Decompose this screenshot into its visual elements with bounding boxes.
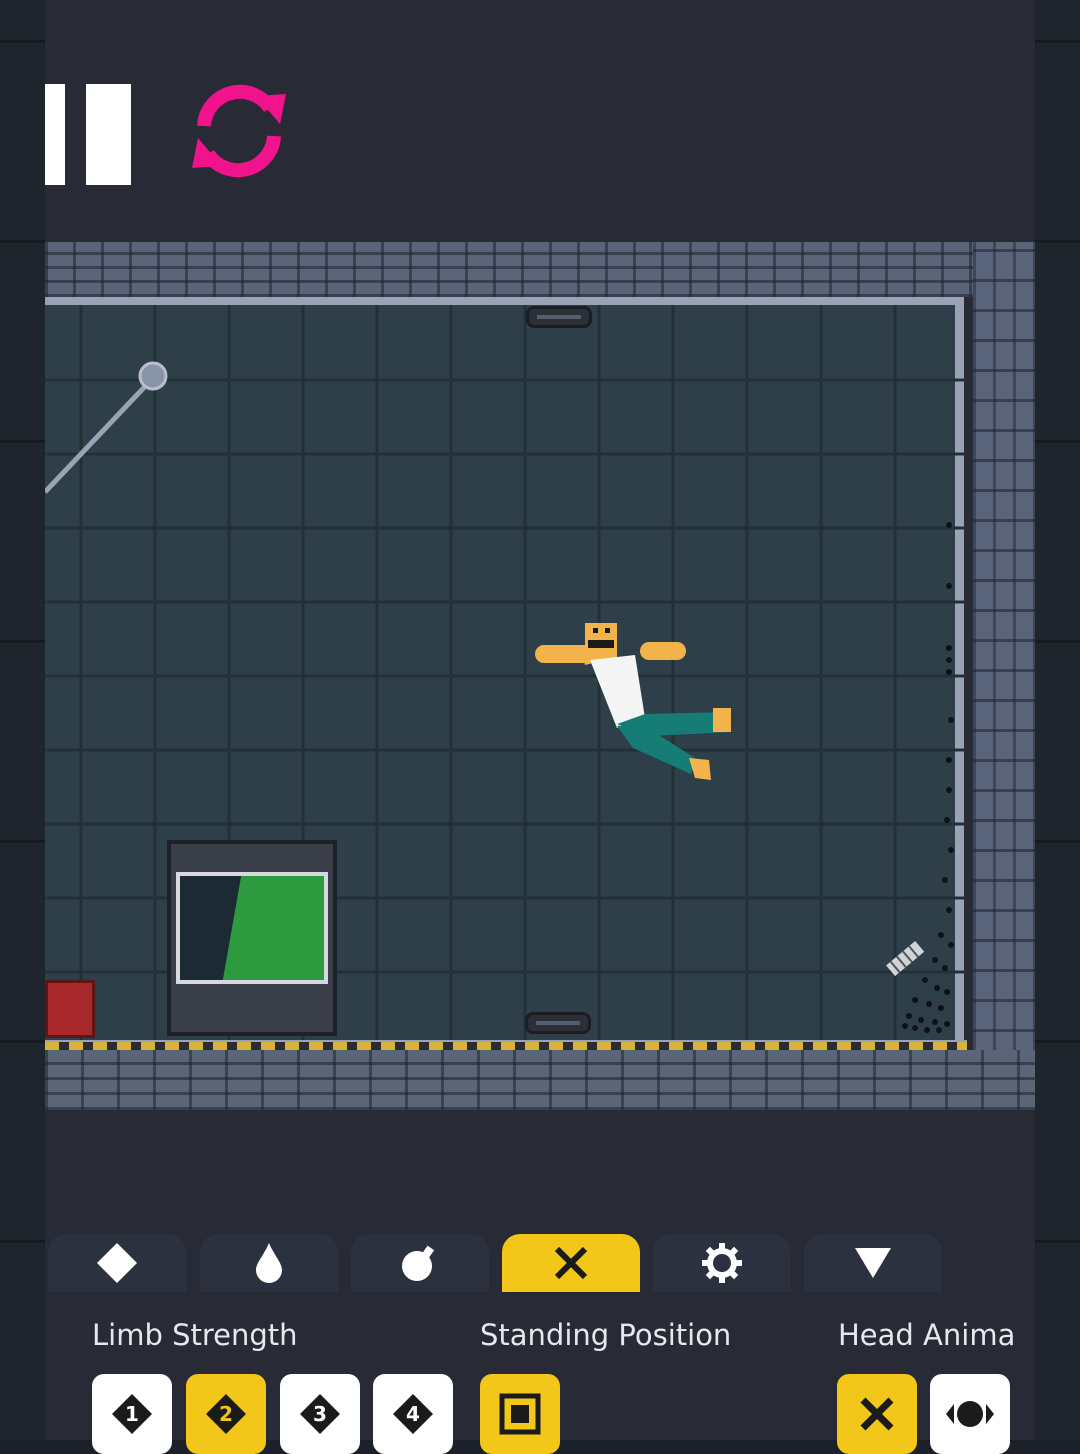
- spring-object: [886, 941, 925, 977]
- left-letterbox: [0, 0, 45, 1440]
- option-1-number: 1: [125, 1402, 139, 1426]
- limb-strength-option-2[interactable]: 2: [186, 1374, 266, 1454]
- head-animation-option-off[interactable]: [837, 1374, 917, 1454]
- acid-liquid: [220, 876, 324, 980]
- head-animation-label: Head Anima: [838, 1318, 1016, 1352]
- tab-settings[interactable]: [653, 1234, 791, 1292]
- standing-position-toggle[interactable]: [480, 1374, 560, 1454]
- rope-anchor: [138, 361, 168, 391]
- eye-icon: [946, 1401, 994, 1427]
- triangle-down-icon: [855, 1248, 891, 1278]
- x-icon: [860, 1397, 894, 1431]
- rope: [45, 376, 155, 494]
- category-tabs: [48, 1234, 948, 1292]
- tank-glass: [176, 872, 328, 984]
- tab-items[interactable]: [48, 1234, 186, 1292]
- option-2-number: 2: [219, 1402, 233, 1426]
- acid-tank[interactable]: [167, 840, 337, 1036]
- tab-liquids[interactable]: [200, 1234, 338, 1292]
- tab-more[interactable]: [804, 1234, 942, 1292]
- droplet-icon: [256, 1243, 282, 1283]
- limb-strength-label: Limb Strength: [92, 1318, 298, 1352]
- tab-tools[interactable]: [502, 1234, 640, 1292]
- square-icon: [499, 1393, 541, 1435]
- limb-strength-option-4[interactable]: 4: [373, 1374, 453, 1454]
- red-barrel[interactable]: [45, 980, 95, 1038]
- limb-strength-option-3[interactable]: 3: [280, 1374, 360, 1454]
- right-letterbox: [1035, 0, 1080, 1440]
- option-3-number: 3: [313, 1402, 327, 1426]
- gear-icon: [702, 1243, 742, 1283]
- standing-position-label: Standing Position: [480, 1318, 732, 1352]
- x-icon: [554, 1246, 588, 1280]
- limb-strength-option-1[interactable]: 1: [92, 1374, 172, 1454]
- bomb-icon: [402, 1245, 435, 1281]
- tab-explosives[interactable]: [351, 1234, 489, 1292]
- diamond-icon: [97, 1243, 137, 1283]
- head-animation-option-look[interactable]: [930, 1374, 1010, 1454]
- ragdoll-character: [535, 623, 731, 780]
- option-4-number: 4: [406, 1402, 420, 1426]
- game-stage[interactable]: [45, 0, 1035, 1440]
